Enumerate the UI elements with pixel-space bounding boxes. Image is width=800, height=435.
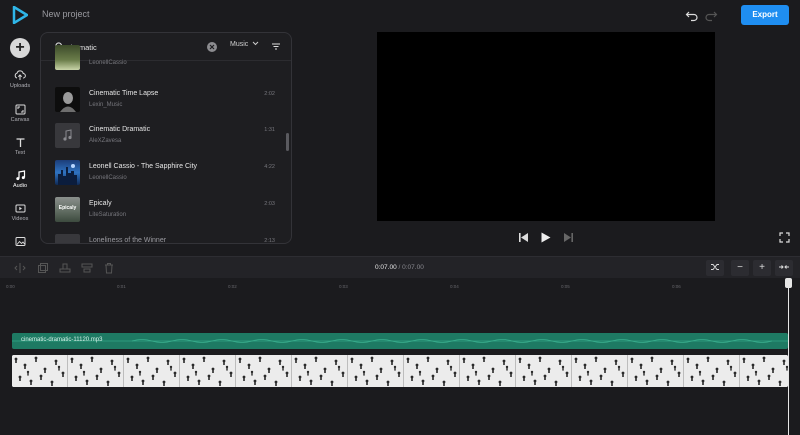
sidebar-item-label: Audio (12, 183, 28, 189)
shuffle-button[interactable] (706, 260, 724, 276)
track-artist: AleXZavesa (89, 138, 122, 144)
list-item[interactable]: Leonell Cassio - The Sapphire City Leone… (55, 160, 281, 188)
results-scrollbar[interactable] (286, 133, 289, 151)
music-note-icon (15, 170, 25, 181)
track-thumbnail (55, 87, 80, 112)
results-list: LeonellCassio Cinematic Time Lapse Lexin… (41, 45, 291, 244)
trim-icon[interactable] (59, 262, 71, 274)
sidebar-item-label: Uploads (9, 83, 31, 89)
sidebar: + Uploads Canvas Text Audio Videos (0, 30, 40, 255)
playhead-line (788, 284, 789, 435)
video-preview (377, 32, 715, 221)
track-duration: 2:02 (264, 91, 275, 97)
sidebar-item-label: Text (14, 150, 26, 156)
redo-icon[interactable] (704, 8, 718, 22)
fit-arrows-icon (779, 265, 789, 270)
track-duration: 2:03 (264, 201, 275, 207)
audio-waveform (12, 339, 788, 343)
video-filmstrip (12, 355, 788, 387)
zoom-in-button[interactable]: + (753, 260, 771, 276)
upload-cloud-icon (14, 70, 26, 80)
sidebar-item-text[interactable]: Text (0, 137, 40, 156)
timeline[interactable]: 0:00 0:01 0:02 0:03 0:04 0:05 0:06 cinem… (0, 278, 800, 435)
track-artist: Lexin_Music (89, 102, 123, 108)
track-duration: 1:31 (264, 127, 275, 133)
track-title: Epicaly (89, 200, 112, 207)
list-item[interactable]: Loneliness of the Winner 2:13 (55, 234, 281, 244)
sidebar-item-label: Videos (11, 216, 29, 222)
track-thumbnail (55, 160, 80, 185)
ruler-tick: 0:06 (672, 284, 681, 289)
track-artist: LiteSaturation (89, 212, 127, 218)
sidebar-item-canvas[interactable]: Canvas (0, 104, 40, 123)
current-time: 0:07.00 (375, 264, 397, 271)
project-title[interactable]: New project (42, 9, 90, 19)
fullscreen-icon[interactable] (779, 232, 790, 243)
duplicate-icon[interactable] (37, 262, 49, 274)
city-image (58, 164, 77, 185)
split-icon[interactable] (14, 262, 26, 274)
video-clip[interactable] (12, 355, 788, 387)
ruler-tick: 0:01 (117, 284, 126, 289)
track-title: Cinematic Time Lapse (89, 90, 159, 97)
track-duration: 2:13 (264, 238, 275, 244)
timeline-toolbar: 0:07.00 / 0:07.00 − + (0, 256, 800, 278)
sidebar-item-audio[interactable]: Audio (0, 170, 40, 189)
track-artist: LeonellCassio (89, 175, 127, 181)
playhead-handle[interactable] (785, 278, 792, 288)
track-thumbnail: Epicaly (55, 197, 80, 222)
sidebar-item-label: Canvas (10, 117, 30, 123)
ruler-tick: 0:05 (561, 284, 570, 289)
text-icon (16, 138, 24, 147)
list-item[interactable]: Cinematic Dramatic AleXZavesa 1:31 (55, 123, 281, 151)
fit-timeline-button[interactable] (775, 260, 793, 276)
music-note-icon (63, 129, 72, 141)
shuffle-icon (711, 264, 719, 271)
time-display: 0:07.00 / 0:07.00 (375, 264, 424, 271)
portrait-image (60, 92, 76, 112)
export-button[interactable]: Export (741, 5, 789, 25)
play-icon[interactable] (540, 232, 551, 243)
delete-icon[interactable] (103, 262, 115, 274)
track-thumbnail (55, 45, 80, 70)
track-title: Loneliness of the Winner (89, 237, 167, 244)
audio-clip[interactable]: cinematic-dramatic-11120.mp3 (12, 333, 788, 349)
video-icon (15, 204, 25, 213)
skip-forward-icon[interactable] (563, 232, 574, 243)
time-separator: / (398, 264, 401, 271)
ruler-tick: 0:00 (6, 284, 15, 289)
track-duration: 4:22 (264, 164, 275, 170)
track-artist: LeonellCassio (89, 60, 127, 66)
undo-icon[interactable] (685, 8, 699, 22)
track-thumbnail (55, 123, 80, 148)
ruler-tick: 0:04 (450, 284, 459, 289)
add-button[interactable]: + (10, 38, 30, 58)
audio-search-panel: Music LeonellCassio Cinematic Time Lapse… (40, 32, 292, 244)
app-logo-icon[interactable] (12, 6, 28, 24)
list-item[interactable]: Epicaly Epicaly LiteSaturation 2:03 (55, 197, 281, 225)
thumbnail-text: Epicaly (58, 205, 77, 211)
ruler-tick: 0:02 (228, 284, 237, 289)
ruler-tick: 0:03 (339, 284, 348, 289)
audio-clip-label: cinematic-dramatic-11120.mp3 (21, 337, 103, 343)
image-icon (15, 237, 25, 246)
track-title: Cinematic Dramatic (89, 126, 151, 133)
zoom-out-button[interactable]: − (731, 260, 749, 276)
skip-back-icon[interactable] (518, 232, 529, 243)
list-item[interactable]: LeonellCassio (55, 45, 281, 73)
total-time: 0:07.00 (402, 264, 424, 271)
track-title: Leonell Cassio - The Sapphire City (89, 163, 198, 170)
sidebar-item-images[interactable] (0, 236, 40, 249)
top-bar: New project Export (0, 0, 800, 30)
track-thumbnail (55, 234, 80, 243)
layer-icon[interactable] (81, 262, 93, 274)
sidebar-item-uploads[interactable]: Uploads (0, 70, 40, 89)
sidebar-item-videos[interactable]: Videos (0, 203, 40, 222)
canvas-icon (15, 104, 25, 115)
list-item[interactable]: Cinematic Time Lapse Lexin_Music 2:02 (55, 87, 281, 115)
